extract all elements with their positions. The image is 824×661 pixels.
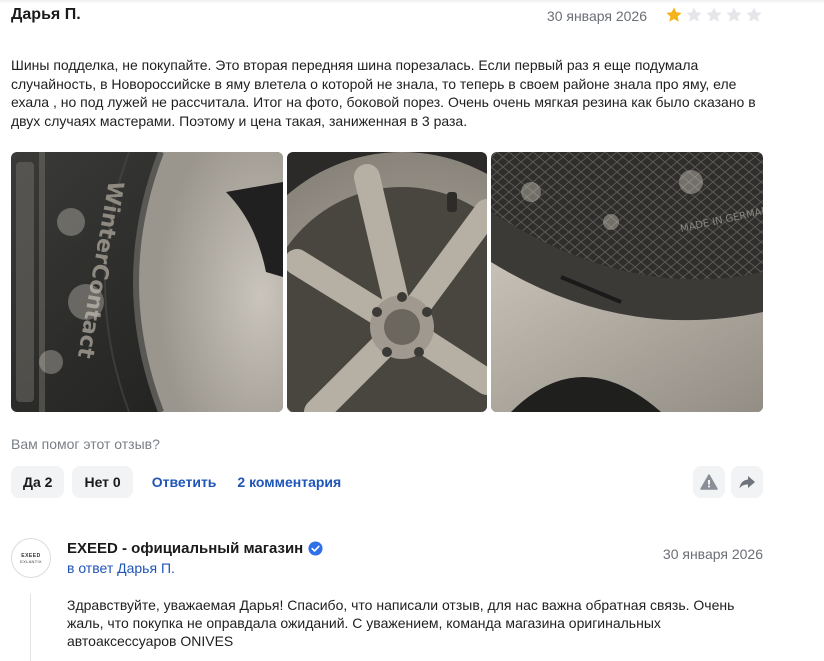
vote-no-button[interactable]: Нет 0 [72, 466, 133, 498]
review-date: 30 января 2026 [546, 8, 647, 24]
review-actions: Да 2 Нет 0 Ответить 2 комментария [11, 466, 351, 498]
star-icon [726, 7, 742, 22]
helpful-question: Вам помог этот отзыв? [11, 436, 160, 452]
vote-no-count: 0 [112, 474, 121, 490]
vote-yes-count: 2 [44, 474, 53, 490]
shop-logo[interactable]: EXEED EXLANTIX [11, 538, 51, 578]
shop-name-row: EXEED - официальный магазин [67, 540, 323, 557]
rating-stars [665, 6, 763, 24]
star-icon [746, 7, 762, 22]
review-author[interactable]: Дарья П. [11, 6, 81, 24]
wheel-rim-photo[interactable] [287, 152, 487, 412]
logo-text-2: EXLANTIX [20, 558, 42, 564]
reply-link[interactable]: Ответить [152, 474, 217, 490]
review-text: Шины подделка, не покупайте. Это вторая … [11, 57, 756, 129]
review-header: Дарья П. 30 января 2026 [11, 6, 763, 28]
comments-link[interactable]: 2 комментария [237, 474, 341, 490]
warning-icon [700, 474, 718, 490]
verified-check-icon [308, 541, 323, 556]
in-reply-to-link[interactable]: в ответ Дарья П. [67, 560, 175, 576]
reply-date: 30 января 2026 [662, 546, 763, 562]
reply-thread-line [30, 594, 31, 661]
vote-yes-button[interactable]: Да 2 [11, 466, 65, 498]
reply-text: Здравствуйте, уважаемая Дарья! Спасибо, … [67, 597, 735, 649]
tire-cut-photo[interactable]: MADE IN GERMANY [491, 152, 763, 412]
star-icon [666, 7, 682, 22]
share-button[interactable] [731, 466, 763, 498]
vote-yes-label: Да [23, 474, 41, 490]
star-icon [706, 7, 722, 22]
star-icon [686, 7, 702, 22]
shop-name[interactable]: EXEED - официальный магазин [67, 540, 303, 557]
top-edge [0, 0, 824, 4]
report-button[interactable] [693, 466, 725, 498]
vote-no-label: Нет [84, 474, 110, 490]
share-arrow-icon [739, 476, 755, 489]
tire-sidewall-photo[interactable]: WinterContact [11, 152, 283, 412]
review-photos: WinterContact MADE IN GERMANY [11, 152, 763, 412]
